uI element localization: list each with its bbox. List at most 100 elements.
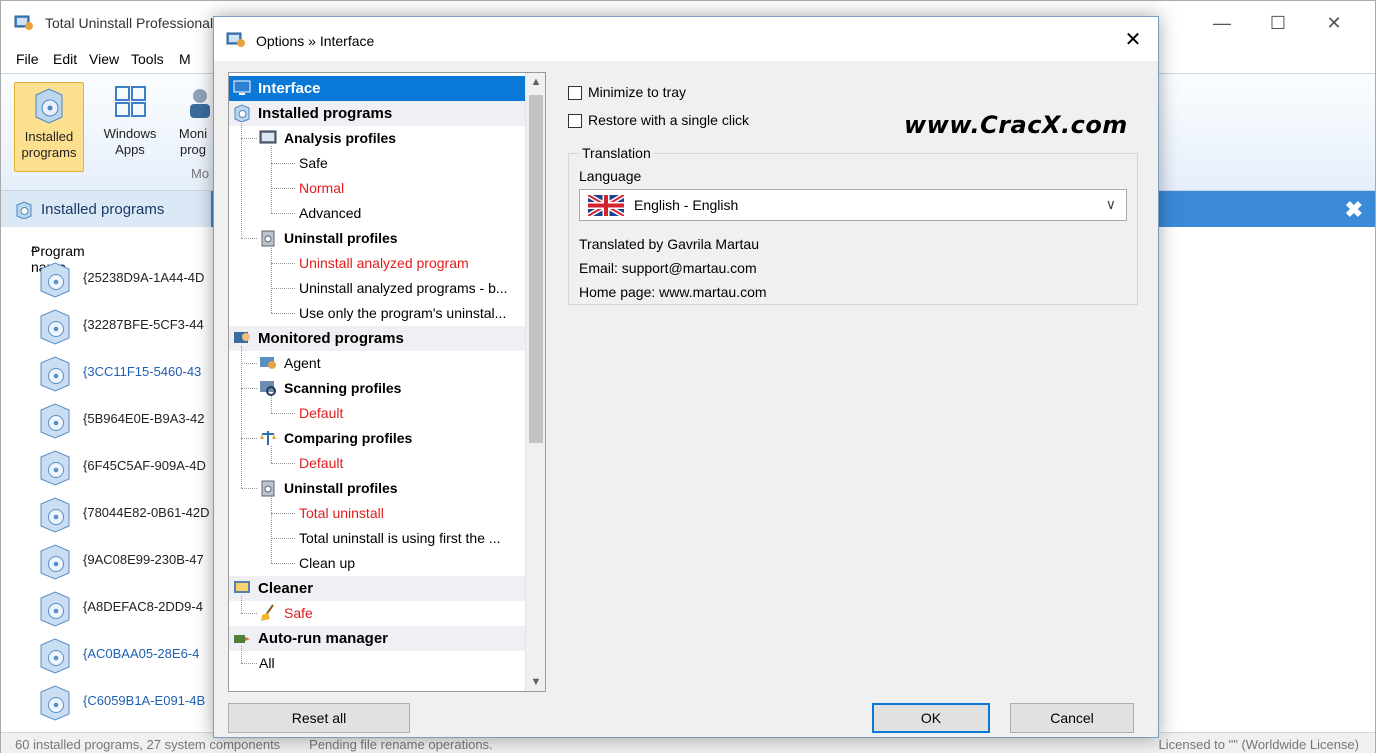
tree-item-total-uninstall-is-using-first-the[interactable]: Total uninstall is using first the ...	[299, 526, 501, 551]
table-row[interactable]: {C6059B1A-E091-4B	[1, 678, 211, 725]
menu-tools[interactable]: Tools	[131, 51, 164, 67]
ok-button[interactable]: OK	[872, 703, 990, 733]
tree-item-advanced[interactable]: Advanced	[299, 201, 361, 226]
tree-item-installed-programs[interactable]: Installed programs	[229, 101, 525, 126]
table-row[interactable]: {5B964E0E-B9A3-42	[1, 396, 211, 443]
broom-icon	[261, 604, 274, 622]
table-row[interactable]: {AC0BAA05-28E6-4	[1, 631, 211, 678]
tree-connector	[271, 288, 295, 289]
status-license: Licensed to "" (Worldwide License)	[1158, 737, 1359, 752]
tree-item-label: Uninstall analyzed program	[299, 255, 469, 271]
tree-connector	[241, 646, 242, 663]
close-icon[interactable]: ✕	[1311, 7, 1357, 39]
tree-item-default[interactable]: Default	[299, 451, 343, 476]
tree-item-label: Total uninstall is using first the ...	[299, 530, 501, 546]
panel-header-tab[interactable]: Installed programs	[1, 191, 211, 227]
email-text: Email: support@martau.com	[579, 260, 757, 276]
dialog-close-icon[interactable]: ✕	[1120, 27, 1146, 53]
tree-item-analysis-profiles[interactable]: Analysis profiles	[259, 126, 396, 151]
tree-item-safe[interactable]: Safe	[259, 601, 313, 626]
scroll-up-icon[interactable]: ▲	[526, 73, 545, 91]
ribbon-installed-programs-button[interactable]: Installed programs	[14, 82, 84, 172]
menu-file[interactable]: File	[16, 51, 39, 67]
program-name: {3CC11F15-5460-43	[83, 364, 202, 379]
cancel-button[interactable]: Cancel	[1010, 703, 1134, 733]
tree-item-label: Uninstall profiles	[284, 480, 398, 496]
tree-item-uninstall-analyzed-programs-b[interactable]: Uninstall analyzed programs - b...	[299, 276, 508, 301]
column-header-program-name[interactable]: Program name ^	[1, 227, 211, 275]
menu-more[interactable]: M	[179, 51, 191, 67]
table-row[interactable]: {9AC08E99-230B-47	[1, 537, 211, 584]
ribbon-button-line2: Apps	[115, 142, 145, 157]
tree-item-total-uninstall[interactable]: Total uninstall	[299, 501, 384, 526]
tree-connector	[241, 138, 257, 139]
tree-connector	[271, 413, 295, 414]
table-row[interactable]: {6F45C5AF-909A-4D	[1, 443, 211, 490]
tree-item-label: Default	[299, 405, 344, 421]
app-icon	[14, 15, 33, 30]
tree-item-label: Interface	[258, 80, 321, 97]
tree-item-label: Total uninstall	[299, 505, 384, 521]
table-row[interactable]: {A8DEFAC8-2DD9-4	[1, 584, 211, 631]
tree-item-safe[interactable]: Safe	[299, 151, 328, 176]
minimize-icon[interactable]: —	[1199, 7, 1245, 39]
tree-item-scanning-profiles[interactable]: Scanning profiles	[259, 376, 401, 401]
tree-item-all[interactable]: All	[259, 651, 275, 676]
tree-item-agent[interactable]: Agent	[259, 351, 321, 376]
cd-box-icon	[234, 104, 250, 123]
tree-item-uninstall-profiles[interactable]: Uninstall profiles	[259, 476, 398, 501]
tree-item-uninstall-profiles[interactable]: Uninstall profiles	[259, 226, 398, 251]
tree-item-comparing-profiles[interactable]: Comparing profiles	[259, 426, 412, 451]
reset-all-button[interactable]: Reset all	[228, 703, 410, 733]
tree-connector	[271, 446, 272, 463]
language-select[interactable]: English - English ∨	[579, 189, 1127, 221]
tree-connector	[241, 596, 242, 613]
tree-connector	[271, 213, 295, 214]
app-icon	[226, 32, 245, 47]
tree-item-interface[interactable]: Interface	[229, 76, 525, 101]
tree-connector	[241, 488, 257, 489]
panel-close-icon[interactable]: ✖	[1345, 197, 1363, 223]
tree-item-clean-up[interactable]: Clean up	[299, 551, 355, 576]
trash-icon	[261, 480, 275, 497]
menu-edit[interactable]: Edit	[53, 51, 77, 67]
minimize-to-tray-checkbox[interactable]	[568, 86, 582, 100]
tree-item-monitored-programs[interactable]: Monitored programs	[229, 326, 525, 351]
tree-connector	[241, 613, 257, 614]
tree-item-default[interactable]: Default	[299, 401, 343, 426]
tree-item-label: Monitored programs	[258, 330, 404, 347]
tree-item-label: Uninstall analyzed programs - b...	[299, 280, 508, 296]
status-pending-rename: Pending file rename operations.	[309, 737, 493, 752]
tree-item-cleaner[interactable]: Cleaner	[229, 576, 525, 601]
cd-box-icon	[40, 450, 70, 486]
ribbon-windows-apps-button[interactable]: Windows Apps	[95, 82, 165, 158]
tree-item-auto-run-manager[interactable]: Auto-run manager	[229, 626, 525, 651]
language-label: Language	[579, 168, 642, 184]
menu-view[interactable]: View	[89, 51, 119, 67]
tree-connector	[241, 388, 257, 389]
tree-connector	[241, 663, 257, 664]
home-page-text: Home page: www.martau.com	[579, 284, 767, 300]
dialog-titlebar: Options » Interface ✕	[214, 17, 1158, 61]
program-name: {C6059B1A-E091-4B	[83, 693, 206, 708]
tree-scrollbar[interactable]: ▲ ▼	[525, 73, 545, 691]
tree-connector	[271, 563, 295, 564]
translation-group-title: Translation	[579, 145, 654, 161]
table-row[interactable]: {25238D9A-1A44-4D	[1, 255, 211, 302]
tree-item-use-only-the-program-s-uninstal[interactable]: Use only the program's uninstal...	[299, 301, 506, 326]
agent-icon	[260, 357, 276, 370]
scroll-down-icon[interactable]: ▼	[526, 673, 545, 691]
table-row[interactable]: {32287BFE-5CF3-44	[1, 302, 211, 349]
watermark-text: www.CracX.com	[904, 111, 1128, 139]
tree-item-uninstall-analyzed-program[interactable]: Uninstall analyzed program	[299, 251, 469, 276]
tree-item-normal[interactable]: Normal	[299, 176, 344, 201]
table-row[interactable]: {3CC11F15-5460-43	[1, 349, 211, 396]
table-row[interactable]: {78044E82-0B61-42D	[1, 490, 211, 537]
ribbon-button-line2: prog	[179, 142, 207, 157]
uk-flag-icon	[588, 195, 624, 216]
maximize-icon[interactable]: ☐	[1255, 7, 1301, 39]
restore-single-click-checkbox[interactable]	[568, 114, 582, 128]
ribbon-monitored-programs-button[interactable]: Moni prog	[173, 82, 213, 158]
scroll-thumb[interactable]	[529, 95, 543, 443]
tree-item-label: Uninstall profiles	[284, 230, 398, 246]
